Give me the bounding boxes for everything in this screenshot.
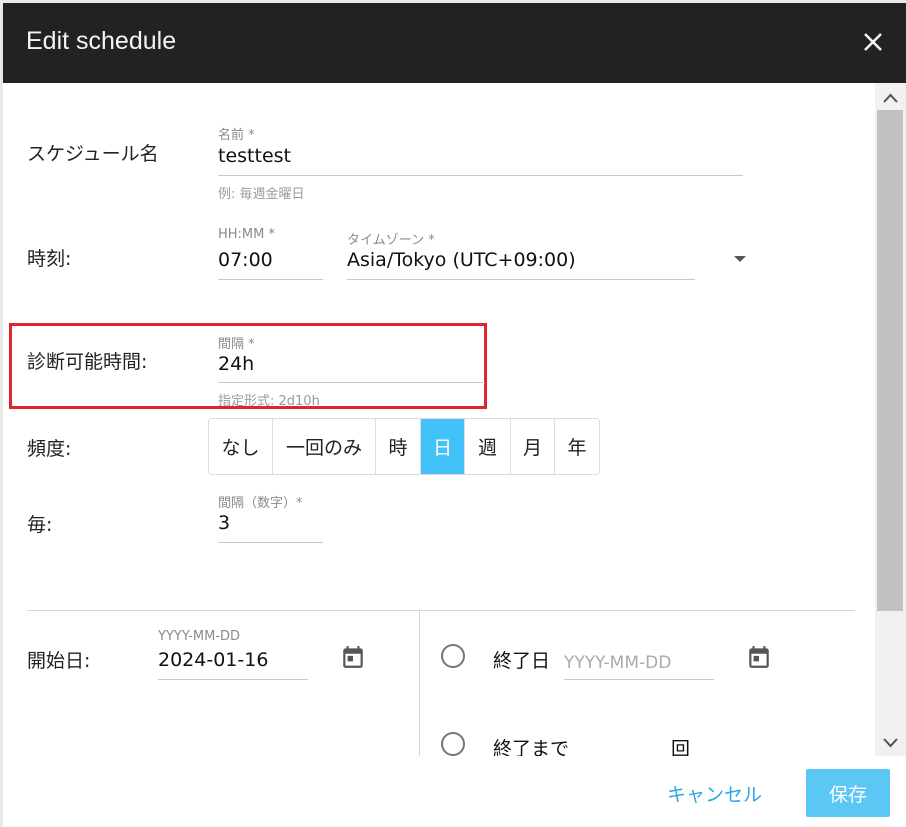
freq-option-month[interactable]: 月	[511, 419, 555, 474]
freq-option-week[interactable]: 週	[465, 419, 511, 474]
timezone-field-label: タイムゾーン *	[347, 233, 435, 248]
every-input-underline	[218, 542, 323, 543]
end-after-radio[interactable]	[441, 732, 465, 756]
dialog-title-bar: Edit schedule	[3, 3, 906, 83]
name-input[interactable]: testtest	[218, 145, 291, 167]
section-divider	[27, 610, 855, 611]
end-calendar-icon[interactable]	[746, 644, 772, 670]
dialog-title: Edit schedule	[26, 27, 177, 55]
end-date-underline	[564, 679, 714, 680]
timezone-select-underline	[347, 279, 695, 280]
end-date-input[interactable]: YYYY-MM-DD	[564, 653, 671, 673]
frequency-row-label: 頻度:	[27, 438, 72, 460]
time-row-label: 時刻:	[27, 248, 72, 270]
freq-option-none[interactable]: なし	[209, 419, 273, 474]
end-date-radio[interactable]	[441, 644, 465, 668]
start-date-underline	[158, 679, 308, 680]
name-input-underline	[218, 175, 743, 176]
freq-option-hour[interactable]: 時	[376, 419, 421, 474]
every-input[interactable]: 3	[218, 512, 230, 534]
scroll-down-icon[interactable]	[875, 730, 906, 756]
freq-option-day[interactable]: 日	[421, 419, 465, 474]
start-date-row-label: 開始日:	[27, 650, 91, 672]
name-field-label: 名前 *	[218, 128, 255, 143]
dialog-content: スケジュール名 名前 * testtest 例: 毎週金曜日 時刻: HH:MM…	[3, 83, 875, 756]
every-row-label: 毎:	[27, 514, 53, 536]
interval-hint: 指定形式: 2d10h	[218, 394, 320, 409]
every-field-label: 間隔（数字）*	[218, 496, 303, 511]
schedule-name-row-label: スケジュール名	[27, 143, 159, 165]
scrollbar-thumb[interactable]	[877, 110, 903, 611]
close-icon[interactable]	[856, 25, 890, 59]
count-suffix: 回	[671, 738, 691, 756]
freq-option-year[interactable]: 年	[555, 419, 599, 474]
end-after-label: 終了まで	[493, 738, 570, 756]
scroll-up-icon[interactable]	[875, 85, 906, 111]
interval-input[interactable]: 24h	[218, 353, 254, 375]
start-date-field-label: YYYY-MM-DD	[158, 629, 241, 644]
edit-schedule-dialog: Edit schedule スケジュール名 名前 * testtest 例: 毎…	[3, 3, 906, 827]
time-input[interactable]: 07:00	[218, 249, 273, 271]
column-divider	[419, 611, 420, 756]
cancel-button[interactable]: キャンセル	[667, 780, 762, 807]
time-input-underline	[218, 279, 323, 280]
diagnosis-row-label: 診断可能時間:	[27, 351, 148, 373]
calendar-icon[interactable]	[340, 644, 366, 670]
interval-field-label: 間隔 *	[218, 337, 255, 352]
scrollbar[interactable]	[875, 83, 906, 756]
freq-option-once[interactable]: 一回のみ	[273, 419, 376, 474]
end-date-label: 終了日	[493, 650, 551, 672]
interval-input-underline	[218, 382, 485, 383]
start-date-input[interactable]: 2024-01-16	[158, 649, 268, 671]
timezone-select[interactable]: Asia/Tokyo (UTC+09:00)	[347, 249, 576, 271]
save-button[interactable]: 保存	[806, 769, 890, 817]
time-field-label: HH:MM *	[218, 227, 275, 242]
dropdown-arrow-icon[interactable]	[732, 254, 748, 264]
frequency-button-group: なし 一回のみ 時 日 週 月 年	[208, 418, 600, 475]
name-hint: 例: 毎週金曜日	[218, 187, 305, 202]
